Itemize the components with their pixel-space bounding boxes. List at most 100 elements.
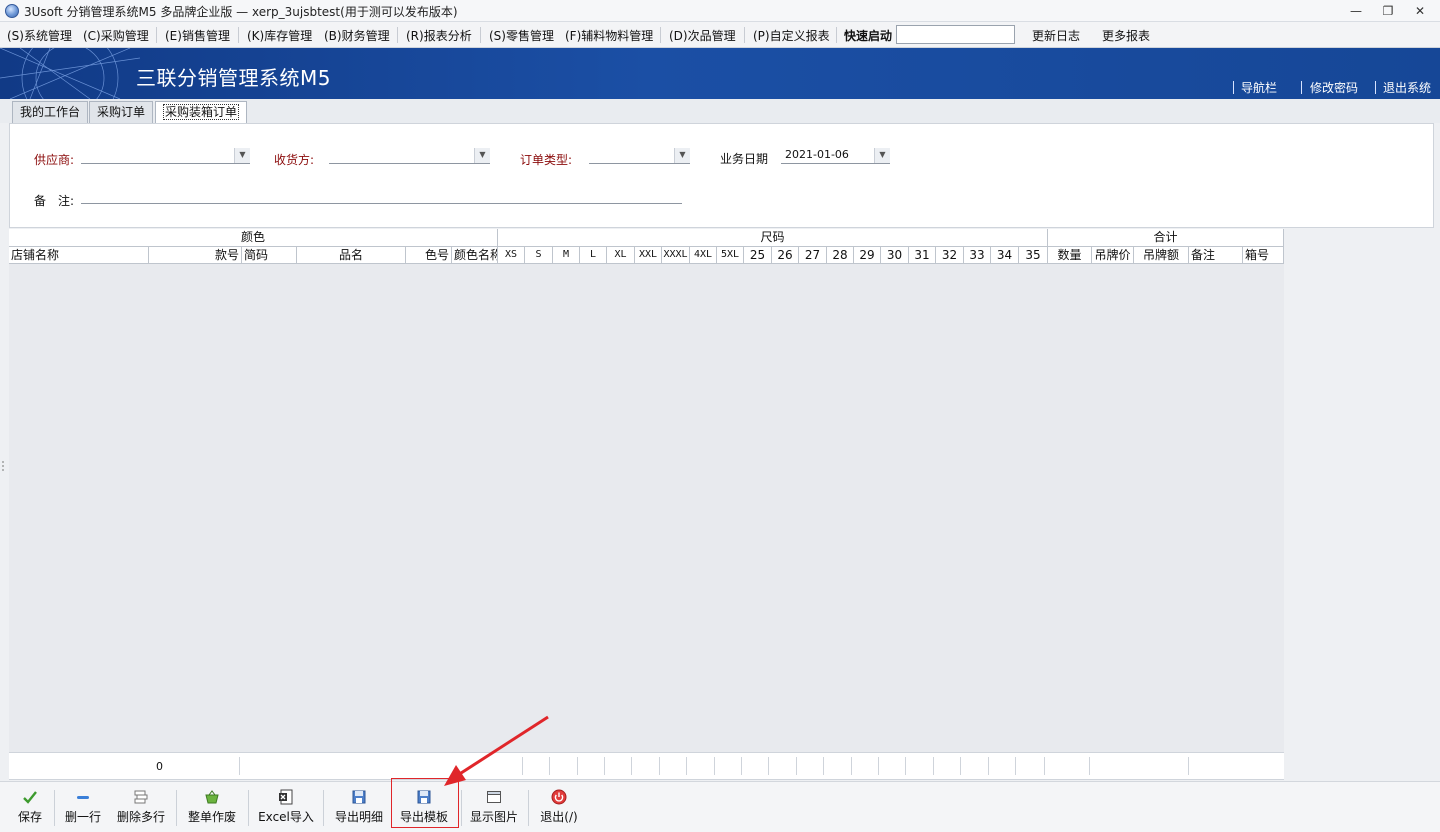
basket-icon	[205, 790, 219, 804]
supplier-label: 供应商:	[34, 153, 75, 167]
column-header-remark[interactable]: 备注	[1189, 247, 1243, 264]
delete-multiple-rows-label: 删除多行	[116, 810, 165, 824]
column-header-short-code[interactable]: 简码	[242, 247, 297, 264]
column-header-size-29[interactable]: 29	[854, 247, 881, 264]
menu-separator	[744, 27, 745, 43]
show-images-button[interactable]: 显示图片	[466, 785, 522, 830]
tab-purchase-box-order[interactable]: 采购装箱订单	[155, 101, 248, 124]
column-header-tag-price[interactable]: 吊牌价	[1092, 247, 1134, 264]
column-header-size-27[interactable]: 27	[799, 247, 827, 264]
delete-row-button[interactable]: 删一行	[60, 785, 106, 830]
column-header-store[interactable]: 店铺名称	[9, 247, 149, 264]
supplier-combo[interactable]: ▼	[81, 148, 250, 164]
delete-row-label: 删一行	[64, 810, 101, 824]
app-logo-icon	[5, 4, 19, 18]
receiver-combo[interactable]: ▼	[329, 148, 490, 164]
column-header-size-35[interactable]: 35	[1019, 247, 1048, 264]
tab-purchase-order[interactable]: 采购订单	[89, 101, 154, 123]
business-date-picker[interactable]: 2021-01-06 ▼	[781, 148, 890, 164]
exit-button[interactable]: 退出(/)	[534, 785, 584, 830]
update-log-link[interactable]: 更新日志	[1032, 27, 1080, 44]
column-header-size-32[interactable]: 32	[936, 247, 964, 264]
column-header-product-name[interactable]: 品名	[297, 247, 406, 264]
logout-link[interactable]: 退出系统	[1383, 79, 1431, 96]
chevron-down-icon[interactable]: ▼	[474, 148, 490, 163]
grid-body[interactable]	[9, 264, 1284, 752]
group-header-total: 合计	[1048, 229, 1284, 247]
quick-launch-input[interactable]	[896, 25, 1015, 44]
minimize-button[interactable]: —	[1346, 2, 1366, 20]
remark-field[interactable]	[81, 203, 682, 204]
excel-import-button[interactable]: Excel导入	[254, 785, 318, 830]
menu-custom-reports[interactable]: (P)自定义报表	[753, 27, 830, 44]
column-header-color-name[interactable]: 颜色名称	[452, 247, 498, 264]
close-button[interactable]: ✕	[1410, 2, 1430, 20]
save-button[interactable]: 保存	[12, 785, 48, 830]
more-reports-link[interactable]: 更多报表	[1102, 27, 1150, 44]
chevron-down-icon[interactable]: ▼	[674, 148, 690, 163]
nav-separator	[1233, 81, 1234, 94]
restore-button[interactable]: ❐	[1378, 2, 1398, 20]
column-header-size-28[interactable]: 28	[827, 247, 854, 264]
nav-sidebar-link[interactable]: 导航栏	[1241, 79, 1277, 96]
menu-finance[interactable]: (B)财务管理	[324, 27, 390, 44]
menu-defects[interactable]: (D)次品管理	[669, 27, 736, 44]
column-header-style-no[interactable]: 款号	[149, 247, 242, 264]
footer-separator	[577, 757, 578, 775]
tab-workbench[interactable]: 我的工作台	[12, 101, 89, 123]
column-header-size-s[interactable]: S	[525, 247, 553, 264]
column-header-size-5xl[interactable]: 5XL	[717, 247, 744, 264]
window-icon	[487, 791, 501, 803]
column-header-size-m[interactable]: M	[553, 247, 580, 264]
menu-separator	[480, 27, 481, 43]
void-order-button[interactable]: 整单作废	[182, 785, 242, 830]
tab-label: 采购订单	[97, 105, 146, 119]
column-header-tag-amount[interactable]: 吊牌额	[1134, 247, 1189, 264]
menu-purchase[interactable]: (C)采购管理	[83, 27, 149, 44]
column-header-size-xxxl[interactable]: XXXL	[662, 247, 690, 264]
delete-multiple-rows-button[interactable]: 删除多行	[112, 785, 170, 830]
column-header-size-4xl[interactable]: 4XL	[690, 247, 717, 264]
grid-footer-totals: 0	[9, 752, 1284, 780]
chevron-down-icon[interactable]: ▼	[874, 148, 890, 163]
menu-separator	[238, 27, 239, 43]
column-header-size-xl[interactable]: XL	[607, 247, 635, 264]
export-details-button[interactable]: 导出明细	[329, 785, 389, 830]
menu-separator	[836, 27, 837, 43]
menu-inventory[interactable]: (K)库存管理	[247, 27, 312, 44]
brand-title: 三联分销管理系统M5	[136, 66, 331, 90]
column-header-size-26[interactable]: 26	[772, 247, 799, 264]
column-header-size-xs[interactable]: XS	[498, 247, 525, 264]
change-password-link[interactable]: 修改密码	[1310, 79, 1358, 96]
floppy-disk-icon	[352, 790, 366, 804]
column-header-box-no[interactable]: 箱号	[1243, 247, 1284, 264]
chevron-down-icon[interactable]: ▼	[234, 148, 250, 163]
menu-sales[interactable]: (E)销售管理	[165, 27, 230, 44]
column-header-size-xxl[interactable]: XXL	[635, 247, 662, 264]
menu-separator	[156, 27, 157, 43]
order-type-combo[interactable]: ▼	[589, 148, 690, 164]
column-header-size-33[interactable]: 33	[964, 247, 991, 264]
order-type-label: 订单类型:	[520, 153, 573, 167]
menu-materials[interactable]: (F)辅料物料管理	[565, 27, 653, 44]
menu-reports[interactable]: (R)报表分析	[406, 27, 472, 44]
toolbar-separator	[54, 790, 55, 826]
footer-separator	[851, 757, 852, 775]
column-header-size-30[interactable]: 30	[881, 247, 909, 264]
splitter-grip-icon[interactable]	[1, 460, 5, 474]
tab-label: 我的工作台	[20, 105, 81, 119]
column-header-size-34[interactable]: 34	[991, 247, 1019, 264]
menu-system[interactable]: (S)系统管理	[7, 27, 72, 44]
column-header-quantity[interactable]: 数量	[1048, 247, 1092, 264]
power-icon	[551, 789, 567, 805]
export-details-label: 导出明细	[334, 810, 383, 824]
column-header-color-code[interactable]: 色号	[406, 247, 452, 264]
tab-strip: 我的工作台 采购订单 采购装箱订单	[0, 99, 1440, 124]
column-header-size-l[interactable]: L	[580, 247, 607, 264]
toolbar-separator	[248, 790, 249, 826]
menu-retail[interactable]: (S)零售管理	[489, 27, 554, 44]
business-date-label: 业务日期	[720, 152, 769, 166]
toolbar-separator	[461, 790, 462, 826]
column-header-size-31[interactable]: 31	[909, 247, 936, 264]
column-header-size-25[interactable]: 25	[744, 247, 772, 264]
